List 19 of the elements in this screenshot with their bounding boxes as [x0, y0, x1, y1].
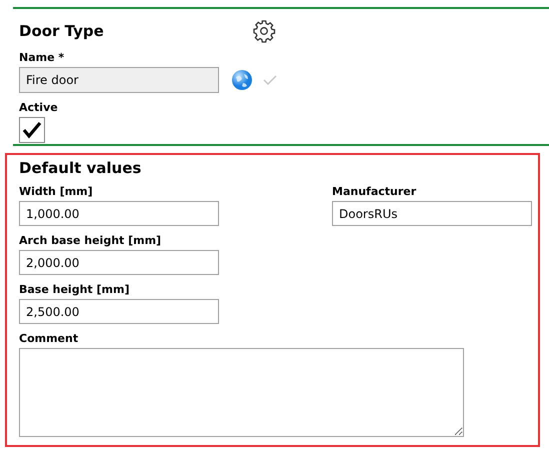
field-label: Name * [19, 51, 66, 64]
input-field[interactable]: 2,000.00 [19, 250, 219, 275]
checkbox[interactable] [19, 117, 45, 143]
field-label: Comment [19, 332, 80, 345]
globe-icon[interactable] [231, 69, 253, 91]
section-title: Door Type [19, 22, 105, 40]
field-label: Base height [mm] [19, 283, 130, 296]
field-label: Manufacturer [332, 185, 418, 198]
comment-field[interactable] [19, 348, 464, 437]
field-label: Arch base height [mm] [19, 234, 162, 247]
check-icon[interactable] [263, 74, 277, 86]
input-field[interactable]: 2,500.00 [19, 299, 219, 324]
settings-icon[interactable] [252, 19, 276, 43]
input-field[interactable]: Fire door [19, 67, 219, 93]
field-label: Width [mm] [19, 185, 94, 198]
field-label: Active [19, 101, 59, 114]
input-field[interactable]: DoorsRUs [332, 201, 532, 226]
section-title: Default values [19, 159, 142, 177]
input-field[interactable]: 1,000.00 [19, 201, 219, 226]
